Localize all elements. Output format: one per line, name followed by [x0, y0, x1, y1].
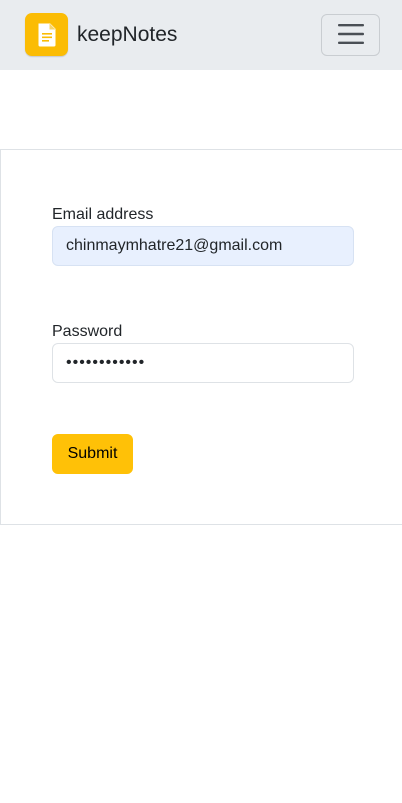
password-label: Password [52, 323, 123, 340]
brand-link[interactable]: keepNotes [25, 13, 177, 56]
navbar-toggle-button[interactable] [321, 14, 380, 56]
password-input[interactable] [52, 343, 354, 383]
login-form: Email address Password Submit [0, 149, 402, 525]
email-label: Email address [52, 206, 154, 223]
submit-button[interactable]: Submit [52, 434, 133, 474]
email-input[interactable] [52, 226, 354, 266]
note-document-icon [25, 13, 68, 56]
hamburger-menu-icon [337, 23, 364, 48]
navbar: keepNotes [0, 0, 402, 70]
brand-name: keepNotes [77, 22, 178, 46]
